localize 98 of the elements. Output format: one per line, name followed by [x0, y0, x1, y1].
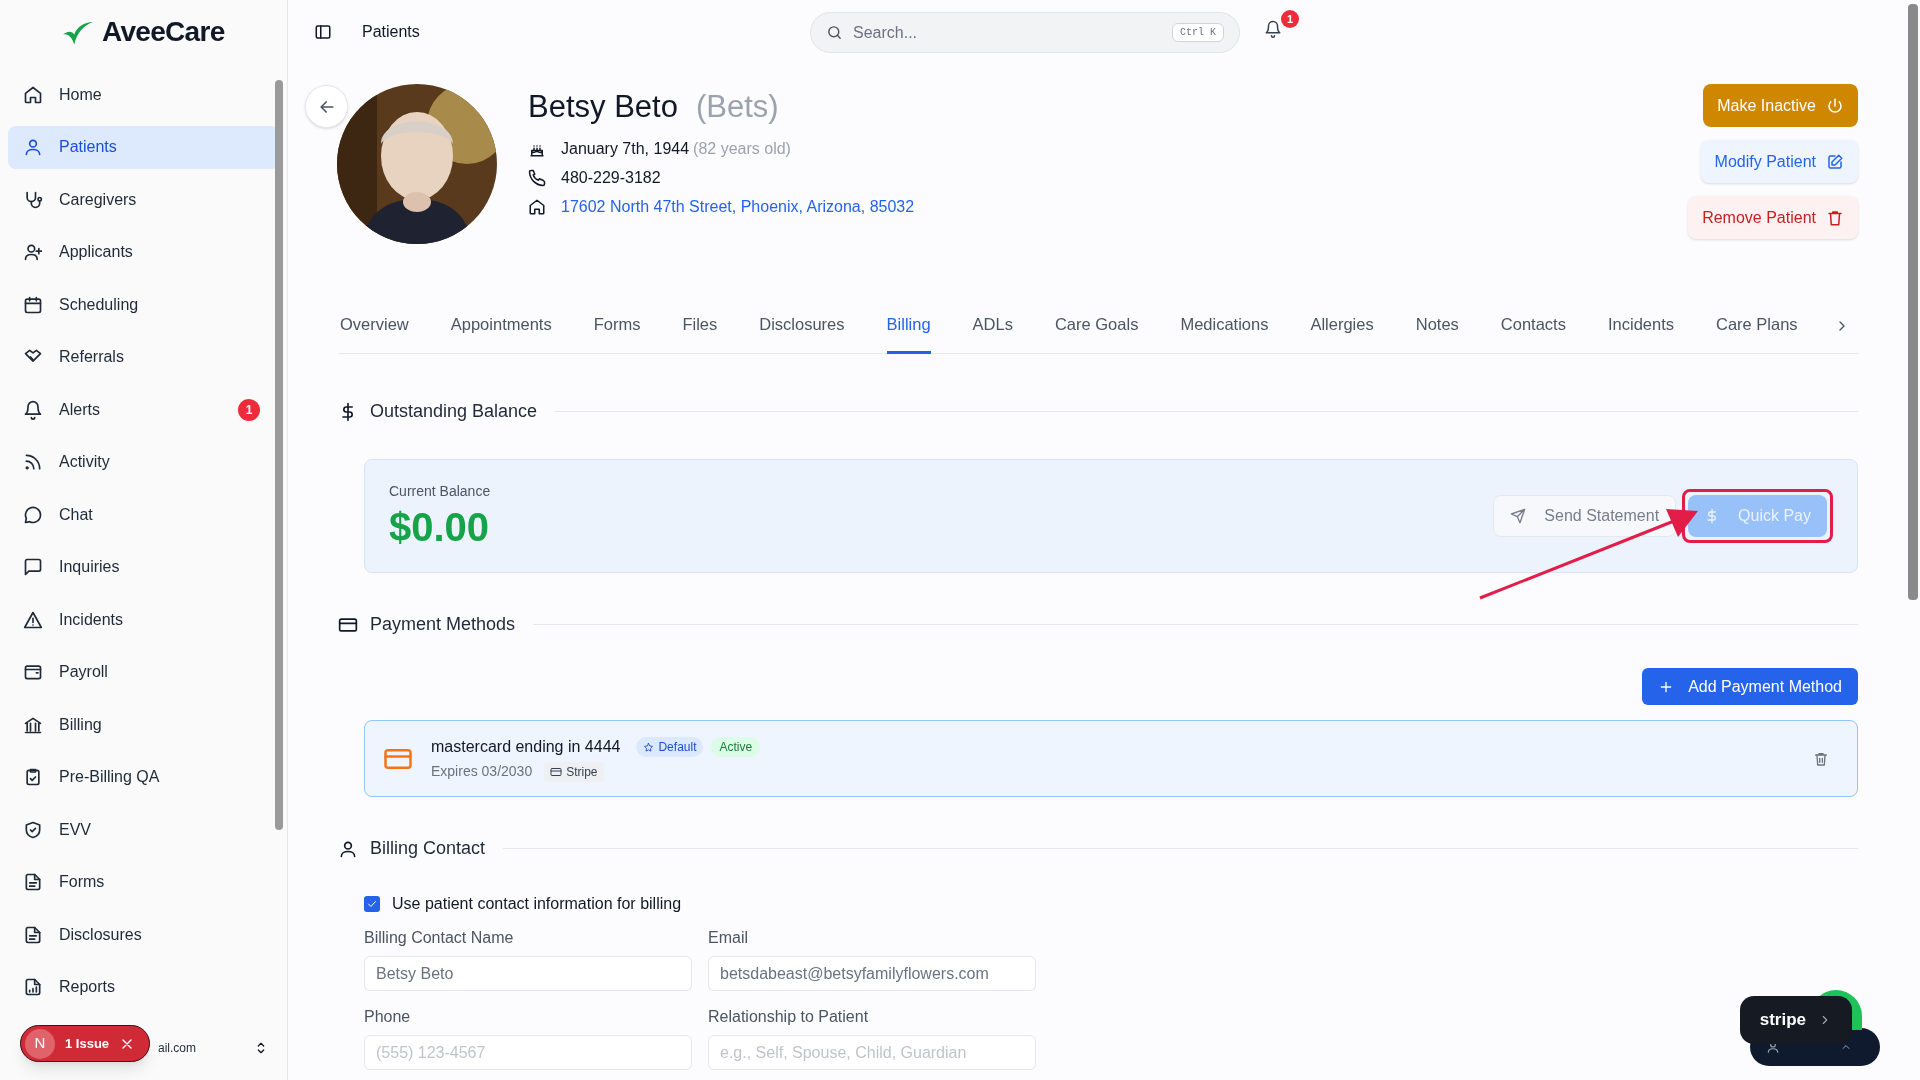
phone-number: 480-229-3182 — [561, 167, 661, 188]
edit-icon — [1826, 152, 1844, 171]
address-link[interactable]: 17602 North 47th Street, Phoenix, Arizona, 85032 — [561, 194, 915, 219]
patient-age: (82 years old) — [693, 138, 791, 159]
balance-label: Current Balance — [389, 481, 492, 501]
star-icon — [643, 741, 655, 753]
patient-nickname: (Bets) — [695, 88, 779, 126]
tab[interactable]: Disclosures — [759, 297, 845, 354]
tab[interactable]: Appointments — [450, 297, 552, 354]
patient-name: Betsy Beto — [528, 88, 678, 126]
activity-icon — [23, 452, 43, 472]
person-plus-icon — [23, 242, 43, 262]
phone-icon — [528, 168, 546, 187]
calendar-icon — [23, 294, 43, 315]
report-icon — [23, 977, 43, 997]
processor-badge: Stripe — [544, 761, 604, 782]
tab[interactable]: Care Plans — [1716, 297, 1798, 354]
person-icon — [23, 137, 43, 157]
tab[interactable]: Incidents — [1607, 297, 1674, 354]
section-title: Outstanding Balance — [370, 400, 538, 423]
stripe-toast[interactable]: stripe — [1739, 996, 1852, 1044]
tab[interactable]: ADLs — [972, 297, 1013, 354]
stethoscope-icon — [23, 189, 43, 210]
tab[interactable]: Care Goals — [1054, 297, 1139, 354]
sidebar-scrollbar[interactable] — [275, 80, 283, 830]
notification-badge: 1 — [1281, 10, 1299, 28]
sidebar-toggle-icon — [314, 23, 332, 41]
sidebar-item[interactable]: Applicants — [8, 230, 279, 274]
warning-icon — [23, 609, 43, 630]
sidebar-item[interactable]: Inquiries — [8, 545, 279, 589]
send-icon — [1510, 508, 1527, 524]
tab[interactable]: Medications — [1180, 297, 1269, 354]
count-badge: 1 — [238, 398, 260, 421]
action-button[interactable]: Modify Patient — [1700, 140, 1858, 183]
account-email: ail.com — [158, 1040, 197, 1057]
card-expiry: Expires 03/2030 — [431, 762, 533, 781]
page-title: Patients — [362, 22, 420, 42]
sidebar-item[interactable]: Incidents — [8, 598, 279, 641]
sidebar-item[interactable]: Activity — [8, 440, 279, 484]
sidebar-item[interactable]: Caregivers — [8, 178, 279, 221]
tab[interactable]: Notes — [1415, 297, 1459, 354]
section-title: Payment Methods — [370, 613, 516, 636]
shield-check-icon — [23, 819, 43, 840]
add-payment-method-button[interactable]: Add Payment Method — [1642, 668, 1858, 705]
wallet-icon — [23, 662, 43, 682]
bell-icon — [23, 399, 43, 420]
clipboard-check-icon — [23, 767, 43, 787]
sidebar-item[interactable]: Home — [8, 73, 279, 116]
sidebar-item[interactable]: Reports — [8, 965, 279, 1009]
tab[interactable]: Billing — [886, 297, 931, 354]
section-title: Billing Contact — [370, 837, 486, 860]
message-icon — [23, 557, 43, 577]
default-badge: Default — [636, 737, 704, 757]
issue-toast[interactable]: N 1 Issue — [20, 1025, 151, 1062]
card-icon — [550, 765, 563, 778]
sidebar-item[interactable]: Payroll — [8, 650, 279, 694]
tab[interactable]: Files — [682, 297, 718, 354]
bell-icon — [1264, 20, 1282, 38]
sidebar-item[interactable]: Referrals — [8, 335, 279, 379]
action-button[interactable]: Remove Patient — [1688, 196, 1858, 239]
birth-date: January 7th, 1944 — [561, 138, 690, 159]
sidebar-item[interactable]: Scheduling — [8, 283, 279, 326]
checkbox[interactable] — [364, 896, 380, 912]
chat-bubble-icon — [23, 504, 43, 525]
search-icon — [826, 24, 843, 41]
tab[interactable]: Allergies — [1310, 297, 1374, 354]
trash-icon — [1826, 208, 1844, 227]
sidebar-item[interactable]: Forms — [8, 860, 279, 904]
avatar: N — [25, 1028, 55, 1059]
document-icon — [23, 872, 43, 892]
sidebar-item[interactable]: Chat — [8, 493, 279, 536]
card-name: mastercard ending in 4444 — [431, 737, 621, 757]
status-badge: Active — [711, 737, 761, 757]
power-icon — [1826, 96, 1844, 115]
sidebar-item[interactable]: Billing — [8, 703, 279, 746]
scrollbar[interactable] — [1908, 4, 1918, 600]
field-label: Billing Contact Name — [364, 928, 515, 948]
sidebar-item[interactable]: Pre-Billing QA — [8, 755, 279, 799]
balance-amount: $0.00 — [389, 503, 491, 551]
sidebar-item[interactable]: Alerts 1 — [8, 388, 279, 431]
payment-method-card[interactable]: mastercard ending in 4444 Default Active Expires 03/2030 Stripe — [364, 720, 1858, 797]
field-label: Relationship to Patient — [708, 1007, 870, 1027]
field-label: Phone — [364, 1007, 412, 1027]
checkbox-label: Use patient contact information for billing — [392, 894, 682, 914]
document-icon — [23, 924, 43, 945]
sidebar-item[interactable]: EVV — [8, 808, 279, 851]
shortcut-hint: Ctrl K — [1172, 23, 1224, 42]
tab[interactable]: Forms — [593, 297, 641, 354]
field-label: Email — [708, 928, 749, 948]
back-button[interactable] — [305, 85, 348, 128]
sidebar-item[interactable]: Disclosures — [8, 913, 279, 956]
house-icon — [23, 84, 43, 105]
tab[interactable]: Overview — [340, 297, 409, 354]
house-icon — [528, 197, 546, 216]
checkmark-icon — [366, 898, 378, 910]
trash-icon — [1813, 750, 1829, 767]
tab[interactable]: Contacts — [1500, 297, 1566, 354]
app-logo: AveeCare — [102, 15, 225, 49]
